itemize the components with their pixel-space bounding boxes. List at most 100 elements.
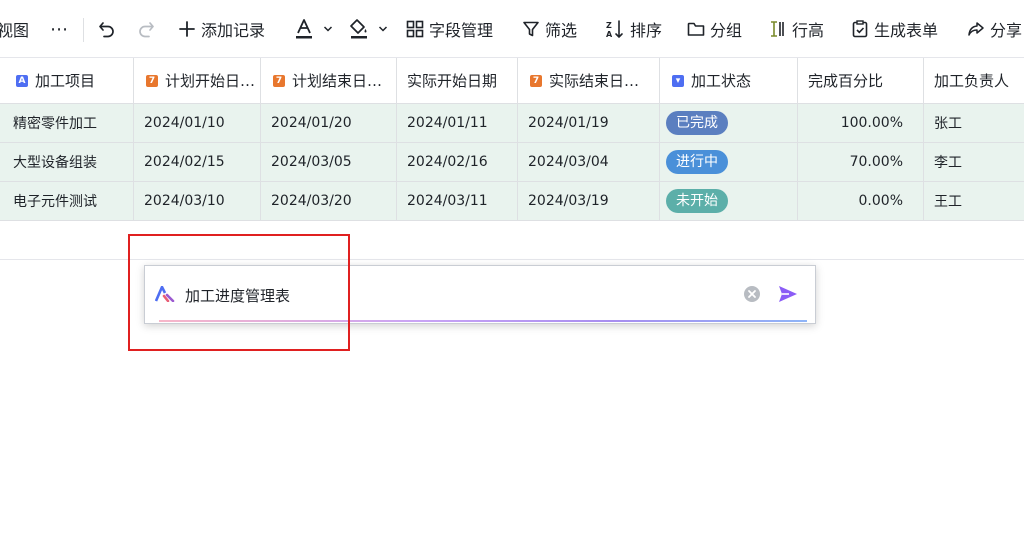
grid-icon [406, 20, 424, 38]
status-badge: 已完成 [666, 111, 728, 135]
field-manage-label: 字段管理 [429, 21, 494, 40]
cell-actual-start[interactable]: 2024/02/16 [397, 143, 518, 181]
column-header-label: 实际开始日期 [407, 72, 498, 90]
cell-percent[interactable]: 70.00% [798, 143, 924, 181]
undo-icon [99, 22, 114, 38]
undo-button[interactable] [97, 0, 117, 58]
svg-text:Z: Z [606, 21, 612, 30]
column-header-label: 加工状态 [691, 72, 752, 90]
cell-actual-end[interactable]: 2024/03/04 [518, 143, 660, 181]
view-label: 视图 [0, 21, 30, 40]
filter-button[interactable]: 筛选 [522, 0, 577, 58]
toolbar: 视图 ⋯ 添加记录 字段管理 筛选 ZA 排序 分组 行高 生成表单 分享 [0, 0, 1024, 58]
font-color-icon [296, 19, 312, 39]
status-badge: 未开始 [666, 189, 728, 213]
row-height-icon [771, 21, 784, 37]
column-header-plan-start[interactable]: 7 计划开始日… [134, 58, 261, 103]
sort-button[interactable]: ZA 排序 [605, 0, 662, 58]
table-row[interactable]: 大型设备组装 2024/02/15 2024/03/05 2024/02/16 … [0, 143, 1024, 182]
paint-bucket-icon [350, 19, 367, 39]
column-header-label: 加工项目 [35, 72, 96, 90]
cell-project[interactable]: 大型设备组装 [0, 143, 134, 181]
cell-actual-end[interactable]: 2024/03/19 [518, 182, 660, 220]
row-height-button[interactable]: 行高 [769, 0, 824, 58]
column-header-label: 完成百分比 [808, 72, 884, 90]
section-divider [0, 259, 1024, 260]
column-header-plan-end[interactable]: 7 计划结束日… [261, 58, 397, 103]
date-field-icon: 7 [273, 74, 285, 87]
cell-plan-end[interactable]: 2024/01/20 [261, 104, 397, 142]
clipboard-check-icon [852, 20, 868, 38]
view-button[interactable]: 视图 [0, 0, 29, 58]
share-button[interactable]: 分享 [967, 0, 1022, 58]
cell-plan-end[interactable]: 2024/03/20 [261, 182, 397, 220]
cell-owner[interactable]: 李工 [924, 143, 1024, 181]
cell-project[interactable]: 精密零件加工 [0, 104, 134, 142]
share-label: 分享 [990, 21, 1023, 40]
table-row[interactable]: 精密零件加工 2024/01/10 2024/01/20 2024/01/11 … [0, 104, 1024, 143]
field-manage-button[interactable]: 字段管理 [406, 0, 493, 58]
chevron-down-icon [378, 26, 388, 32]
column-header-actual-end[interactable]: 7 实际结束日… [518, 58, 660, 103]
cell-owner[interactable]: 张工 [924, 104, 1024, 142]
cell-status[interactable]: 未开始 [660, 182, 798, 220]
column-header-label: 计划结束日… [292, 72, 383, 90]
more-button[interactable]: ⋯ [50, 0, 69, 58]
date-field-icon: 7 [146, 74, 158, 87]
select-field-icon: ▾ [672, 74, 684, 87]
sort-label: 排序 [630, 21, 663, 40]
cell-plan-start[interactable]: 2024/02/15 [134, 143, 261, 181]
add-record-label: 添加记录 [201, 21, 266, 40]
prompt-input[interactable] [185, 282, 745, 308]
cell-actual-end[interactable]: 2024/01/19 [518, 104, 660, 142]
folder-icon [687, 22, 705, 36]
column-header-label: 加工负责人 [934, 72, 1010, 90]
cell-project[interactable]: 电子元件测试 [0, 182, 134, 220]
toolbar-divider [83, 18, 84, 42]
cell-owner[interactable]: 王工 [924, 182, 1024, 220]
status-badge: 进行中 [666, 150, 728, 174]
header-row: A 加工项目 7 计划开始日… 7 计划结束日… 实际开始日期 7 实际结束日…… [0, 58, 1024, 104]
date-field-icon: 7 [530, 74, 542, 87]
cell-percent[interactable]: 100.00% [798, 104, 924, 142]
column-header-actual-start[interactable]: 实际开始日期 [397, 58, 518, 103]
table-row[interactable]: 电子元件测试 2024/03/10 2024/03/20 2024/03/11 … [0, 182, 1024, 221]
row-height-label: 行高 [792, 21, 825, 40]
cell-status[interactable]: 进行中 [660, 143, 798, 181]
column-header-label: 计划开始日… [165, 72, 256, 90]
more-icon: ⋯ [50, 18, 69, 40]
cell-actual-start[interactable]: 2024/03/11 [397, 182, 518, 220]
fill-color-button[interactable] [349, 0, 388, 58]
add-record-button[interactable]: 添加记录 [178, 0, 265, 58]
font-color-button[interactable] [294, 0, 333, 58]
clear-icon[interactable] [743, 285, 761, 303]
filter-label: 筛选 [545, 21, 578, 40]
filter-icon [523, 21, 539, 37]
svg-text:A: A [606, 30, 613, 39]
cell-actual-start[interactable]: 2024/01/11 [397, 104, 518, 142]
column-header-status[interactable]: ▾ 加工状态 [660, 58, 798, 103]
cell-percent[interactable]: 0.00% [798, 182, 924, 220]
redo-button[interactable] [136, 0, 156, 58]
ai-prompt-box [144, 265, 816, 324]
column-header-label: 实际结束日… [549, 72, 640, 90]
share-icon [968, 22, 984, 36]
group-label: 分组 [710, 21, 743, 40]
generate-form-label: 生成表单 [874, 21, 939, 40]
column-header-owner[interactable]: 加工负责人 [924, 58, 1024, 103]
chevron-down-icon [323, 26, 333, 32]
generate-form-button[interactable]: 生成表单 [851, 0, 938, 58]
text-field-icon: A [16, 74, 28, 87]
cell-plan-start[interactable]: 2024/01/10 [134, 104, 261, 142]
sort-icon: ZA [606, 20, 623, 39]
cell-plan-start[interactable]: 2024/03/10 [134, 182, 261, 220]
cell-status[interactable]: 已完成 [660, 104, 798, 142]
column-header-project[interactable]: A 加工项目 [0, 58, 134, 103]
plus-icon [179, 21, 195, 37]
send-icon[interactable] [777, 283, 799, 305]
column-header-percent[interactable]: 完成百分比 [798, 58, 924, 103]
group-button[interactable]: 分组 [687, 0, 742, 58]
redo-icon [139, 22, 154, 38]
cell-plan-end[interactable]: 2024/03/05 [261, 143, 397, 181]
ai-logo-icon [155, 286, 175, 302]
